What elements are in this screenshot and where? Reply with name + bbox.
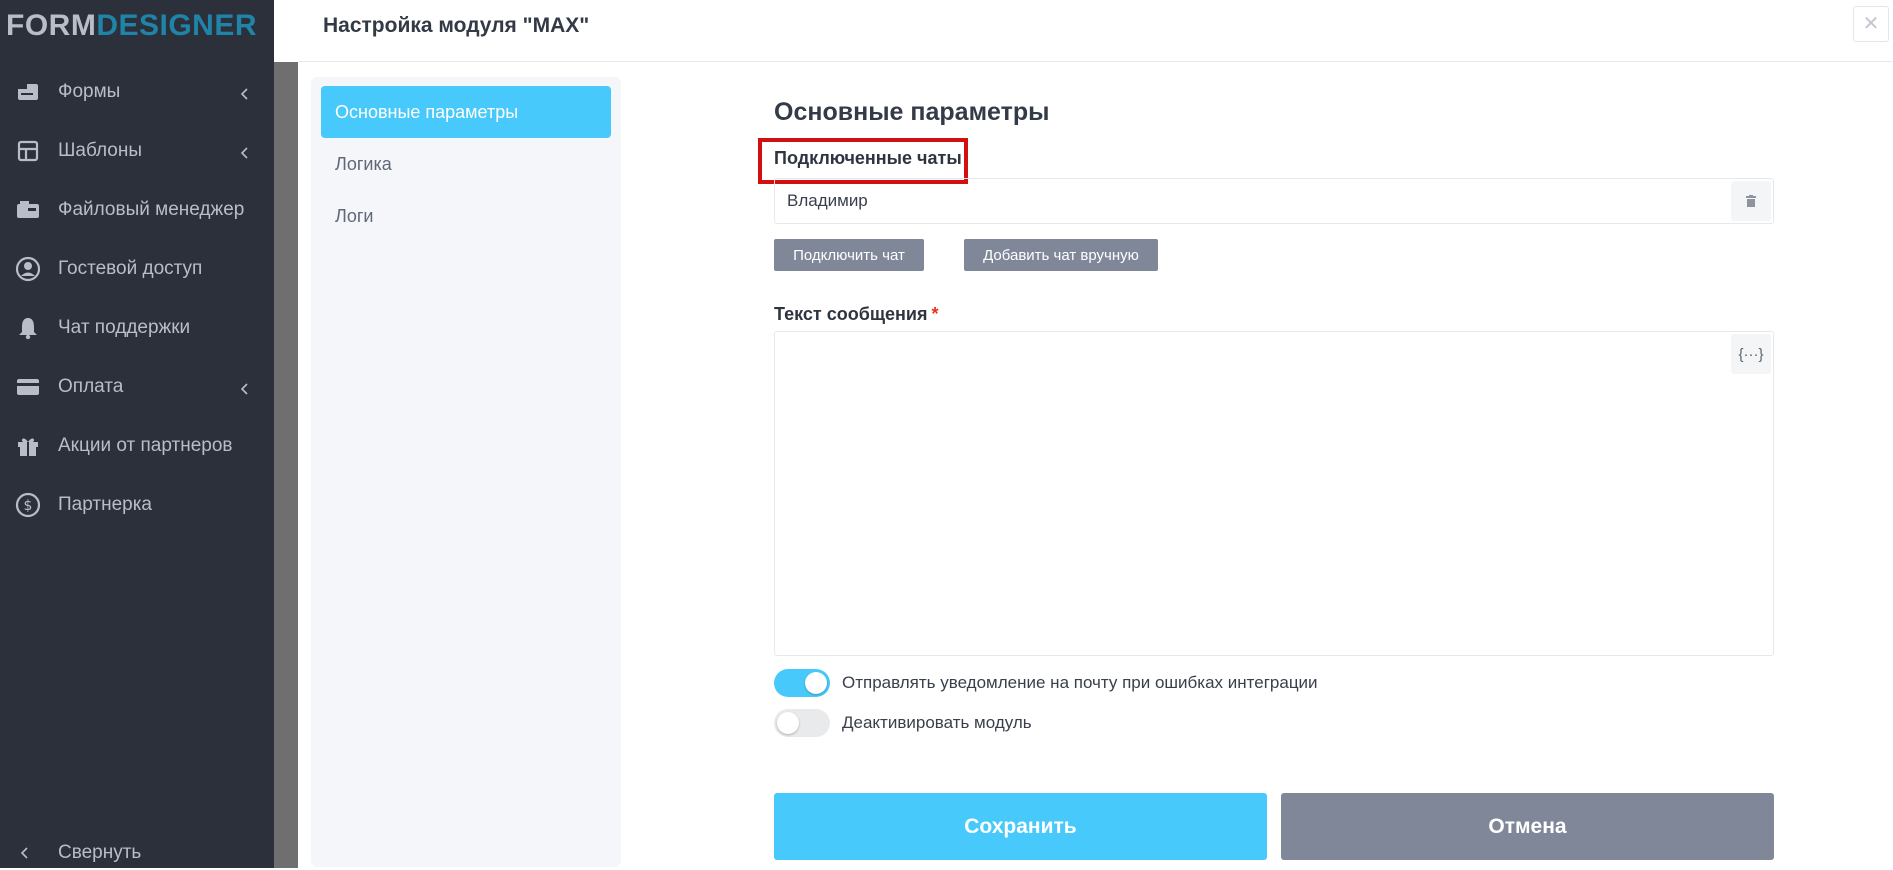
credit-card-icon: [14, 373, 42, 401]
sidebar-item-label: Чат поддержки: [58, 316, 191, 338]
tab-main-params[interactable]: Основные параметры: [321, 86, 611, 138]
sidebar-item-guest-access[interactable]: Гостевой доступ: [0, 239, 274, 298]
modal-header: Настройка модуля "MAX" ✕: [298, 0, 1893, 62]
cancel-button[interactable]: Отмена: [1281, 793, 1774, 860]
add-chat-manual-button[interactable]: Добавить чат вручную: [964, 239, 1158, 271]
delete-chat-button[interactable]: [1731, 181, 1771, 221]
guest-user-icon: [14, 255, 42, 283]
sidebar-nav: Формы Шаблоны Файловый менеджер Гостевой…: [0, 62, 274, 534]
deactivate-toggle[interactable]: [774, 709, 830, 737]
tab-logic[interactable]: Логика: [321, 138, 611, 190]
message-textarea[interactable]: {···}: [774, 331, 1774, 656]
modal-subnav: Основные параметры Логика Логи: [311, 77, 621, 867]
toggle-knob: [777, 712, 799, 734]
modal-title: Настройка модуля "MAX": [323, 14, 590, 37]
sidebar-item-label: Оплата: [58, 375, 124, 397]
dollar-icon: $: [14, 491, 42, 519]
insert-variables-button[interactable]: {···}: [1731, 334, 1771, 374]
connect-chat-button[interactable]: Подключить чат: [774, 239, 924, 271]
sidebar-item-affiliate[interactable]: $ Партнерка: [0, 475, 274, 534]
email-notify-toggle-row: Отправлять уведомление на почту при ошиб…: [774, 669, 1318, 697]
sidebar-item-templates[interactable]: Шаблоны: [0, 121, 274, 180]
deactivate-label: Деактивировать модуль: [842, 713, 1032, 732]
chat-name: Владимир: [787, 191, 868, 210]
section-title: Основные параметры: [774, 98, 1050, 126]
tab-logs[interactable]: Логи: [321, 190, 611, 242]
connected-chats-label: Подключенные чаты: [774, 148, 962, 168]
forms-icon: [14, 78, 42, 106]
required-mark: *: [931, 304, 939, 324]
trash-icon: [1746, 195, 1756, 207]
message-label-text: Текст сообщения: [774, 304, 928, 324]
connected-chat-item: Владимир: [774, 178, 1774, 224]
logo-text-designer: DESIGNER: [96, 9, 258, 42]
message-text-label: Текст сообщения *: [774, 304, 938, 325]
sidebar-item-label: Гостевой доступ: [58, 257, 203, 279]
chevron-left-icon: [238, 85, 252, 100]
chevron-left-icon: [238, 144, 252, 159]
modal-backdrop[interactable]: [274, 62, 298, 868]
sidebar-item-label: Шаблоны: [58, 139, 143, 161]
sidebar-item-payment[interactable]: Оплата: [0, 357, 274, 416]
save-button[interactable]: Сохранить: [774, 793, 1267, 860]
sidebar-collapse-button[interactable]: Свернуть: [0, 836, 274, 870]
sidebar-item-file-manager[interactable]: Файловый менеджер: [0, 180, 274, 239]
deactivate-toggle-row: Деактивировать модуль: [774, 709, 1032, 737]
bell-icon: [14, 314, 42, 342]
sidebar-item-support-chat[interactable]: Чат поддержки: [0, 298, 274, 357]
module-settings-modal: Настройка модуля "MAX" ✕ Основные параме…: [298, 0, 1893, 868]
sidebar-item-label: Акции от партнеров: [58, 434, 233, 456]
sidebar-item-partner-promos[interactable]: Акции от партнеров: [0, 416, 274, 475]
chevron-left-icon: [238, 380, 252, 395]
sidebar-item-label: Партнерка: [58, 493, 152, 515]
app-logo[interactable]: FORMDESIGNER: [6, 8, 257, 44]
chevron-left-icon: [18, 846, 40, 860]
templates-icon: [14, 137, 42, 165]
email-notify-toggle[interactable]: [774, 669, 830, 697]
svg-text:$: $: [24, 498, 33, 514]
sidebar-item-label: Формы: [58, 80, 121, 102]
sidebar-item-label: Файловый менеджер: [58, 198, 245, 220]
braces-icon: {···}: [1738, 345, 1764, 363]
close-icon: ✕: [1862, 13, 1880, 35]
sidebar-item-forms[interactable]: Формы: [0, 62, 274, 121]
gift-icon: [14, 432, 42, 460]
email-notify-label: Отправлять уведомление на почту при ошиб…: [842, 673, 1318, 692]
close-button[interactable]: ✕: [1853, 6, 1889, 42]
toggle-knob: [805, 672, 827, 694]
logo-text-form: FORM: [6, 9, 97, 42]
collapse-label: Свернуть: [58, 842, 142, 863]
app-sidebar: FORMDESIGNER Формы Шаблоны Файловый мене…: [0, 0, 274, 868]
file-manager-icon: [14, 196, 42, 224]
